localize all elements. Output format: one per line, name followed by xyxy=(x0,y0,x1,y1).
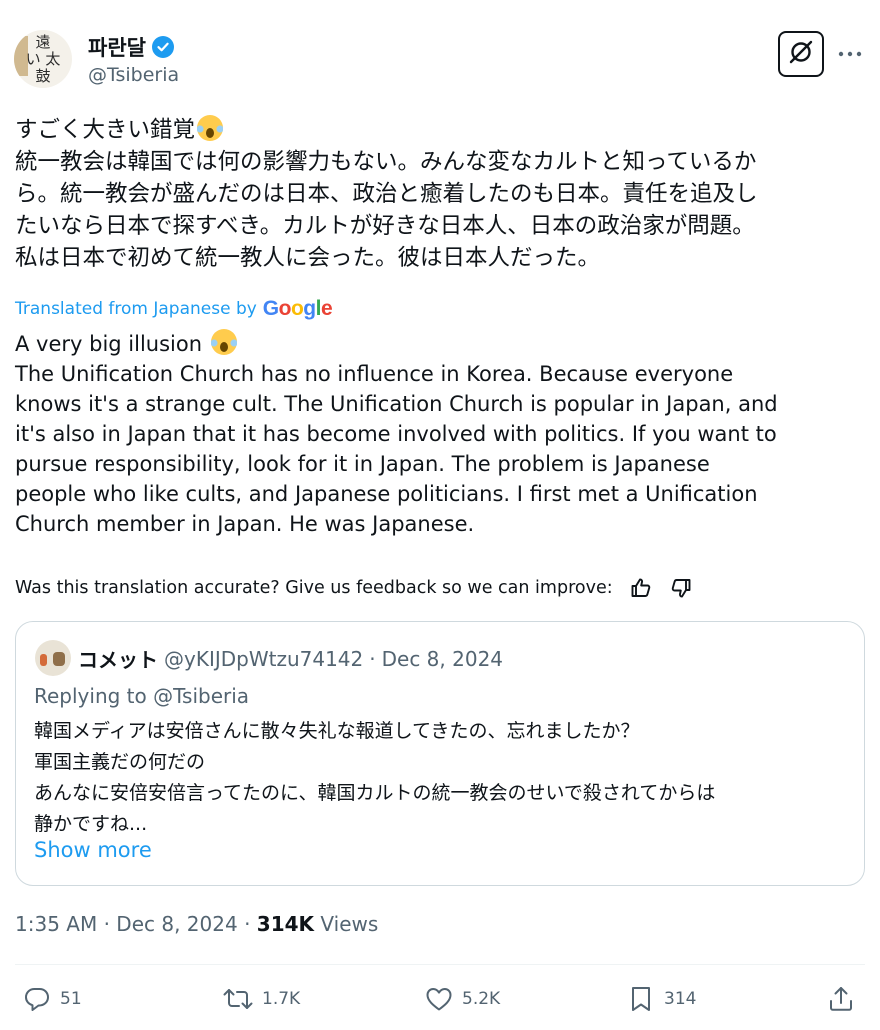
quoted-tweet-text: 韓国メディアは安倍さんに散々失礼な報道してきたの、忘れましたか？ 軍国主義だの何… xyxy=(34,716,854,840)
thumbs-up-icon[interactable] xyxy=(629,576,653,600)
screaming-face-emoji-icon xyxy=(210,329,237,355)
quoted-line: 韓国メディアは安倍さんに散々失礼な報道してきたの、忘れましたか？ xyxy=(34,720,640,742)
translation-line: it's also in Japan that it has become in… xyxy=(15,422,777,446)
quoted-tweet-card[interactable]: コメット @yKIJDpWtzu74142 · Dec 8, 2024 Repl… xyxy=(15,621,865,886)
quoted-author-avatar[interactable] xyxy=(35,640,71,676)
translation-line: The Unification Church has no influence … xyxy=(15,362,734,386)
tweet-detail: 遠 い 太 鼓 파란달 @Tsiberia すごく大きい錯覚 統一教会は韓国では… xyxy=(0,0,880,1030)
translation-line: pursue responsibility, look for it in Ja… xyxy=(15,452,710,476)
reply-icon xyxy=(22,984,52,1014)
translation-line: knows it's a strange cult. The Unificati… xyxy=(15,392,778,416)
thumbs-down-icon[interactable] xyxy=(669,576,693,600)
bookmark-count: 314 xyxy=(664,989,697,1009)
translation-line: people who like cults, and Japanese poli… xyxy=(15,482,758,506)
reply-button[interactable]: 51 xyxy=(22,984,82,1014)
bookmark-icon xyxy=(626,984,656,1014)
author-handle[interactable]: @Tsiberia xyxy=(88,64,179,86)
views-count: 314K xyxy=(256,912,315,936)
google-letter: g xyxy=(303,297,316,320)
replying-to-handle[interactable]: @Tsiberia xyxy=(153,684,249,708)
avatar-glyph: 鼓 xyxy=(35,66,51,85)
translated-from-label[interactable]: Translated from Japanese by xyxy=(15,299,257,319)
like-icon xyxy=(424,984,454,1014)
divider xyxy=(15,964,865,965)
header-separator: · xyxy=(369,646,376,671)
tweet-time[interactable]: 1:35 AM xyxy=(15,912,97,936)
feedback-prompt: Was this translation accurate? Give us f… xyxy=(15,578,613,598)
like-count: 5.2K xyxy=(462,989,501,1009)
translation-line-text: A very big illusion xyxy=(15,332,203,356)
avatar-glyph: 遠 xyxy=(35,32,51,51)
views-label: Views xyxy=(320,912,379,936)
tweet-date[interactable]: Dec 8, 2024 xyxy=(116,912,237,936)
bookmark-button[interactable]: 314 xyxy=(626,984,696,1014)
meta-separator: · xyxy=(103,912,110,936)
original-line-text: すごく大きい錯覚 xyxy=(15,117,196,143)
tweet-original-text: すごく大きい錯覚 統一教会は韓国では何の影響力もない。みんな変なカルトと知ってい… xyxy=(15,114,865,274)
avatar-picture xyxy=(14,36,28,76)
author-display-name[interactable]: 파란달 xyxy=(88,32,174,62)
like-button[interactable]: 5.2K xyxy=(424,984,500,1014)
translation-feedback: Was this translation accurate? Give us f… xyxy=(15,576,693,600)
original-line: 私は日本で初めて統一教人に会った。彼は日本人だった。 xyxy=(15,245,601,271)
more-options-button[interactable] xyxy=(838,38,862,63)
reply-count: 51 xyxy=(60,989,82,1009)
google-letter: o xyxy=(290,297,304,320)
tweet-meta: 1:35 AM · Dec 8, 2024 · 314K Views xyxy=(15,912,378,936)
original-line: たいなら日本で探すべき。カルトが好きな日本人、日本の政治家が問題。 xyxy=(15,213,755,239)
replying-to-label: Replying to xyxy=(34,684,147,708)
tweet-translation-text: A very big illusion The Unification Chur… xyxy=(15,329,865,539)
quoted-tweet-header: コメット @yKIJDpWtzu74142 · Dec 8, 2024 xyxy=(78,644,503,673)
quoted-line: 静かですね... xyxy=(34,813,148,835)
avatar-calligraphy: 遠 い 太 鼓 xyxy=(26,32,61,85)
quoted-author-name[interactable]: コメット xyxy=(78,644,158,673)
original-line: 統一教会は韓国では何の影響力もない。みんな変なカルトと知っているか xyxy=(15,149,757,175)
screaming-face-emoji-icon xyxy=(197,115,224,141)
google-letter: e xyxy=(320,297,333,320)
replying-to-line: Replying to @Tsiberia xyxy=(34,684,249,708)
translation-line: Church member in Japan. He was Japanese. xyxy=(15,512,475,536)
quoted-line: あんなに安倍安倍言ってたのに、韓国カルトの統一教会のせいで殺されてからは xyxy=(34,782,716,804)
repost-icon xyxy=(222,984,254,1014)
google-logo: Google xyxy=(262,297,333,321)
translation-line: A very big illusion xyxy=(15,329,865,359)
share-button[interactable] xyxy=(826,984,856,1014)
quoted-tweet-date[interactable]: Dec 8, 2024 xyxy=(382,647,503,671)
grok-icon xyxy=(788,39,814,69)
author-name-text[interactable]: 파란달 xyxy=(88,32,146,62)
repost-button[interactable]: 1.7K xyxy=(222,984,300,1014)
show-more-link[interactable]: Show more xyxy=(34,838,152,862)
google-letter: o xyxy=(278,297,292,320)
author-avatar[interactable]: 遠 い 太 鼓 xyxy=(14,30,72,88)
meta-separator: · xyxy=(244,912,251,936)
avatar-glyph: 太 xyxy=(45,49,61,68)
translation-attribution[interactable]: Translated from Japanese by Google xyxy=(15,297,333,321)
quoted-author-handle[interactable]: @yKIJDpWtzu74142 xyxy=(164,647,363,671)
verified-badge-icon xyxy=(151,36,174,58)
original-line: ら。統一教会が盛んだのは日本、政治と癒着したのも日本。責任を追及し xyxy=(15,181,758,207)
repost-count: 1.7K xyxy=(262,989,301,1009)
quoted-line: 軍国主義だの何だの xyxy=(34,751,206,773)
original-line: すごく大きい錯覚 xyxy=(15,114,865,146)
google-letter: G xyxy=(262,297,279,320)
more-icon xyxy=(838,38,862,63)
share-icon xyxy=(826,984,856,1014)
grok-button[interactable] xyxy=(778,31,824,77)
